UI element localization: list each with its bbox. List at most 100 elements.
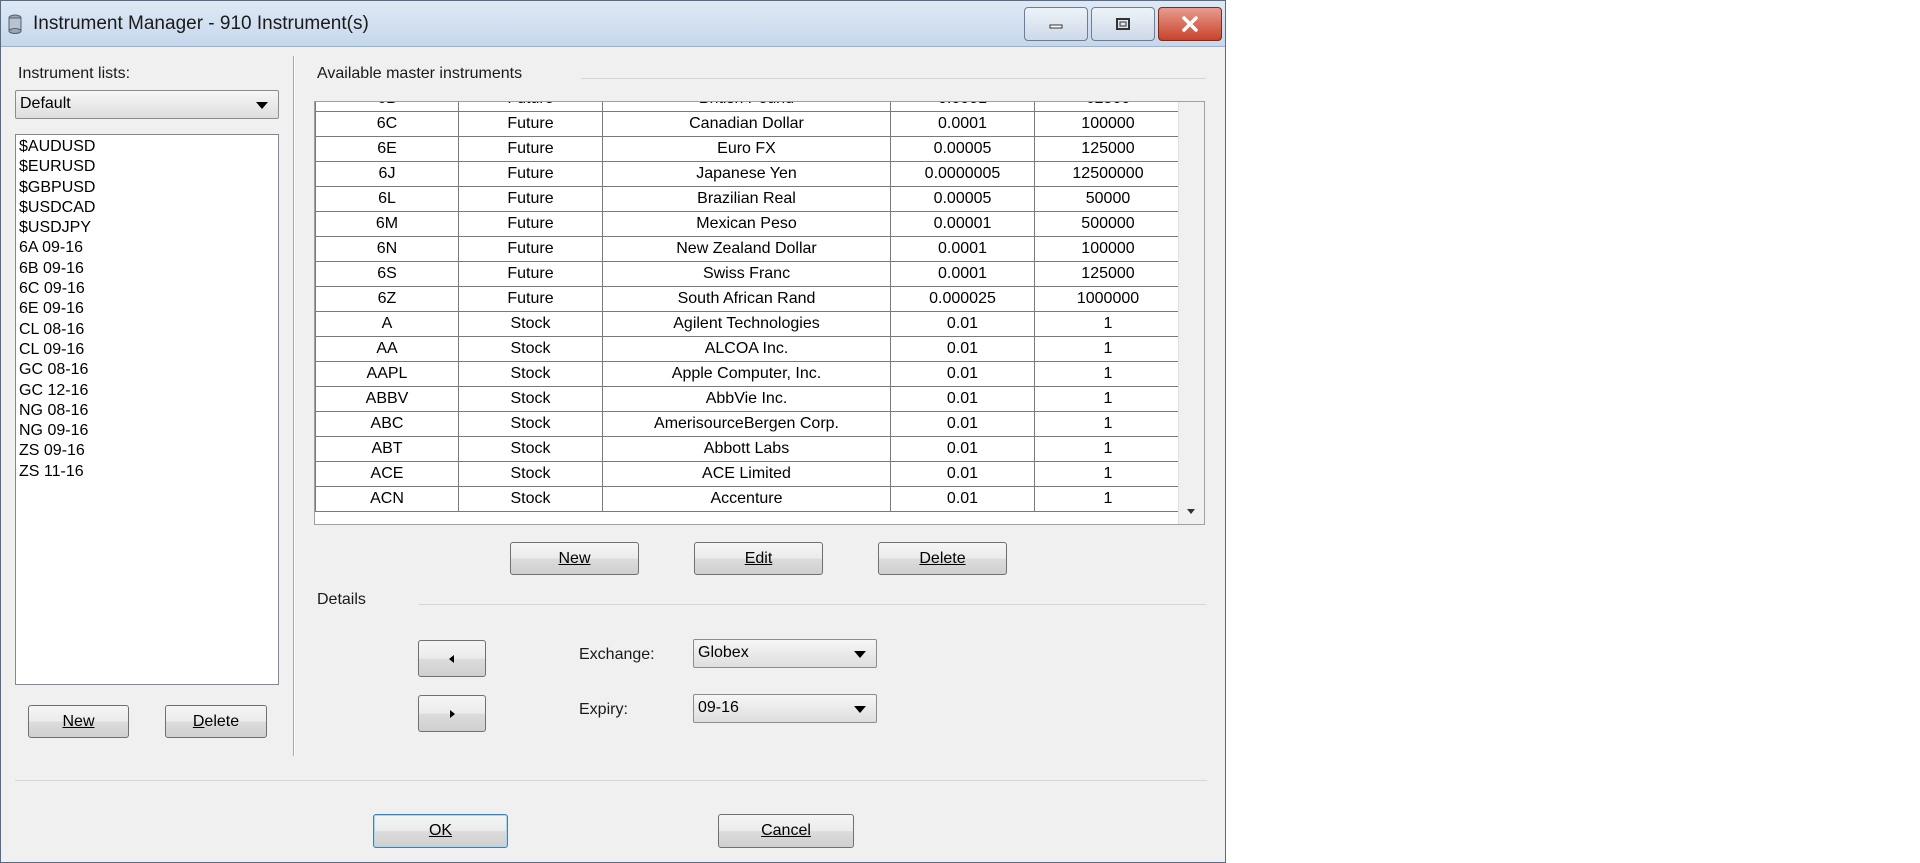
list-item[interactable]: CL 09-16 [19, 340, 275, 360]
table-cell: ABC [315, 411, 459, 437]
next-button[interactable] [418, 695, 486, 732]
title-bar[interactable]: Instrument Manager - 910 Instrument(s) [1, 1, 1225, 47]
list-item[interactable]: $USDCAD [19, 198, 275, 218]
table-cell: Stock [458, 386, 603, 412]
table-cell: 0.01 [890, 361, 1035, 387]
table-row[interactable]: 6M Future Mexican Peso 0.00001 500000 [315, 211, 1182, 237]
table-row[interactable]: A Stock Agilent Technologies 0.01 1 [315, 311, 1182, 337]
table-row[interactable]: AA Stock ALCOA Inc. 0.01 1 [315, 336, 1182, 362]
list-delete-button[interactable]: Delete [165, 705, 267, 738]
scroll-down-icon[interactable] [1187, 509, 1195, 514]
table-cell: 1 [1034, 336, 1182, 362]
table-cell: Stock [458, 361, 603, 387]
close-icon [1182, 16, 1198, 32]
table-cell: Brazilian Real [602, 186, 891, 212]
table-row[interactable]: 6BFutureBritish Pound0.000162500 [315, 102, 1182, 112]
list-item[interactable]: NG 08-16 [19, 401, 275, 421]
master-instruments-grid[interactable]: 6BFutureBritish Pound0.0001625006CFuture… [314, 101, 1205, 525]
minimize-button[interactable] [1024, 7, 1088, 41]
window-title: Instrument Manager - 910 Instrument(s) [33, 13, 369, 34]
table-cell: 0.0001 [890, 102, 1035, 112]
expiry-select[interactable]: 09-16 [693, 694, 877, 723]
table-cell: 0.0001 [890, 111, 1035, 137]
table-cell: AA [315, 336, 459, 362]
list-item[interactable]: GC 08-16 [19, 360, 275, 380]
list-item[interactable]: 6B 09-16 [19, 259, 275, 279]
maximize-button[interactable] [1091, 7, 1155, 41]
instrument-manager-window: Instrument Manager - 910 Instrument(s) I… [0, 0, 1226, 863]
instrument-new-button[interactable]: New [510, 542, 639, 575]
list-item[interactable]: CL 08-16 [19, 320, 275, 340]
table-row[interactable]: 6Z Future South African Rand 0.000025 100000… [315, 286, 1182, 312]
list-item[interactable]: $EURUSD [19, 157, 275, 177]
minimize-icon [1049, 24, 1063, 29]
list-item[interactable]: NG 09-16 [19, 421, 275, 441]
close-button[interactable] [1158, 7, 1222, 41]
table-row[interactable]: ABC Stock AmerisourceBergen Corp. 0.01 1 [315, 411, 1182, 437]
list-new-button[interactable]: New [28, 705, 129, 738]
instrument-list-select[interactable]: Default [15, 90, 279, 119]
table-cell: Stock [458, 336, 603, 362]
table-cell: 125000 [1034, 136, 1182, 162]
table-cell: ACE [315, 461, 459, 487]
list-item[interactable]: 6E 09-16 [19, 299, 275, 319]
table-cell: ABT [315, 436, 459, 462]
table-cell: 0.00005 [890, 186, 1035, 212]
table-row[interactable]: 6J Future Japanese Yen 0.0000005 12500000 [315, 161, 1182, 187]
table-cell: AmerisourceBergen Corp. [602, 411, 891, 437]
table-cell: AAPL [315, 361, 459, 387]
table-cell: 0.01 [890, 486, 1035, 512]
list-item[interactable]: ZS 11-16 [19, 462, 275, 482]
table-cell: A [315, 311, 459, 337]
table-cell: British Pound [602, 102, 891, 112]
list-item[interactable]: ZS 09-16 [19, 441, 275, 461]
table-cell: 1 [1034, 386, 1182, 412]
table-cell: Mexican Peso [602, 211, 891, 237]
list-item[interactable]: 6C 09-16 [19, 279, 275, 299]
table-cell: 500000 [1034, 211, 1182, 237]
ok-button[interactable]: OK [373, 814, 508, 848]
cancel-button[interactable]: Cancel [718, 814, 854, 848]
table-row[interactable]: 6C Future Canadian Dollar 0.0001 100000 [315, 111, 1182, 137]
table-row[interactable]: 6N Future New Zealand Dollar 0.0001 100000 [315, 236, 1182, 262]
table-cell: Apple Computer, Inc. [602, 361, 891, 387]
table-cell: Abbott Labs [602, 436, 891, 462]
table-cell: Stock [458, 486, 603, 512]
table-cell: 0.0001 [890, 236, 1035, 262]
table-row[interactable]: ACE Stock ACE Limited 0.01 1 [315, 461, 1182, 487]
instrument-edit-button[interactable]: Edit [694, 542, 823, 575]
table-row[interactable]: ACN Stock Accenture 0.01 1 [315, 486, 1182, 512]
instruments-table: 6BFutureBritish Pound0.0001625006CFuture… [315, 102, 1182, 512]
table-cell: 6E [315, 136, 459, 162]
delete-label: Delete [192, 712, 240, 730]
exchange-label: Exchange: [579, 646, 655, 663]
list-item[interactable]: 6A 09-16 [19, 238, 275, 258]
table-cell: 0.01 [890, 311, 1035, 337]
exchange-select[interactable]: Globex [693, 639, 877, 668]
vertical-scrollbar[interactable] [1178, 102, 1204, 524]
instrument-list[interactable]: $AUDUSD $EURUSD $GBPUSD $USDCAD $USDJPY 6A 09… [15, 134, 279, 685]
table-row[interactable]: 6L Future Brazilian Real 0.00005 50000 [315, 186, 1182, 212]
list-item[interactable]: $USDJPY [19, 218, 275, 238]
table-cell: ABBV [315, 386, 459, 412]
table-row[interactable]: AAPL Stock Apple Computer, Inc. 0.01 1 [315, 361, 1182, 387]
table-cell: South African Rand [602, 286, 891, 312]
table-row[interactable]: 6S Future Swiss Franc 0.0001 125000 [315, 261, 1182, 287]
table-cell: Future [458, 286, 603, 312]
restore-icon [1116, 18, 1130, 30]
table-cell: 0.00001 [890, 211, 1035, 237]
table-cell: 0.000025 [890, 286, 1035, 312]
table-cell: Stock [458, 411, 603, 437]
instrument-delete-button[interactable]: Delete [878, 542, 1007, 575]
list-item[interactable]: $GBPUSD [19, 178, 275, 198]
table-row[interactable]: ABBV Stock AbbVie Inc. 0.01 1 [315, 386, 1182, 412]
table-row[interactable]: ABT Stock Abbott Labs 0.01 1 [315, 436, 1182, 462]
table-cell: Stock [458, 436, 603, 462]
table-row[interactable]: 6E Future Euro FX 0.00005 125000 [315, 136, 1182, 162]
instrument-lists-label: Instrument lists: [18, 65, 131, 82]
list-item[interactable]: GC 12-16 [19, 381, 275, 401]
list-item[interactable]: $AUDUSD [19, 137, 275, 157]
previous-button[interactable] [418, 640, 486, 677]
table-cell: Future [458, 161, 603, 187]
table-cell: 6Z [315, 286, 459, 312]
